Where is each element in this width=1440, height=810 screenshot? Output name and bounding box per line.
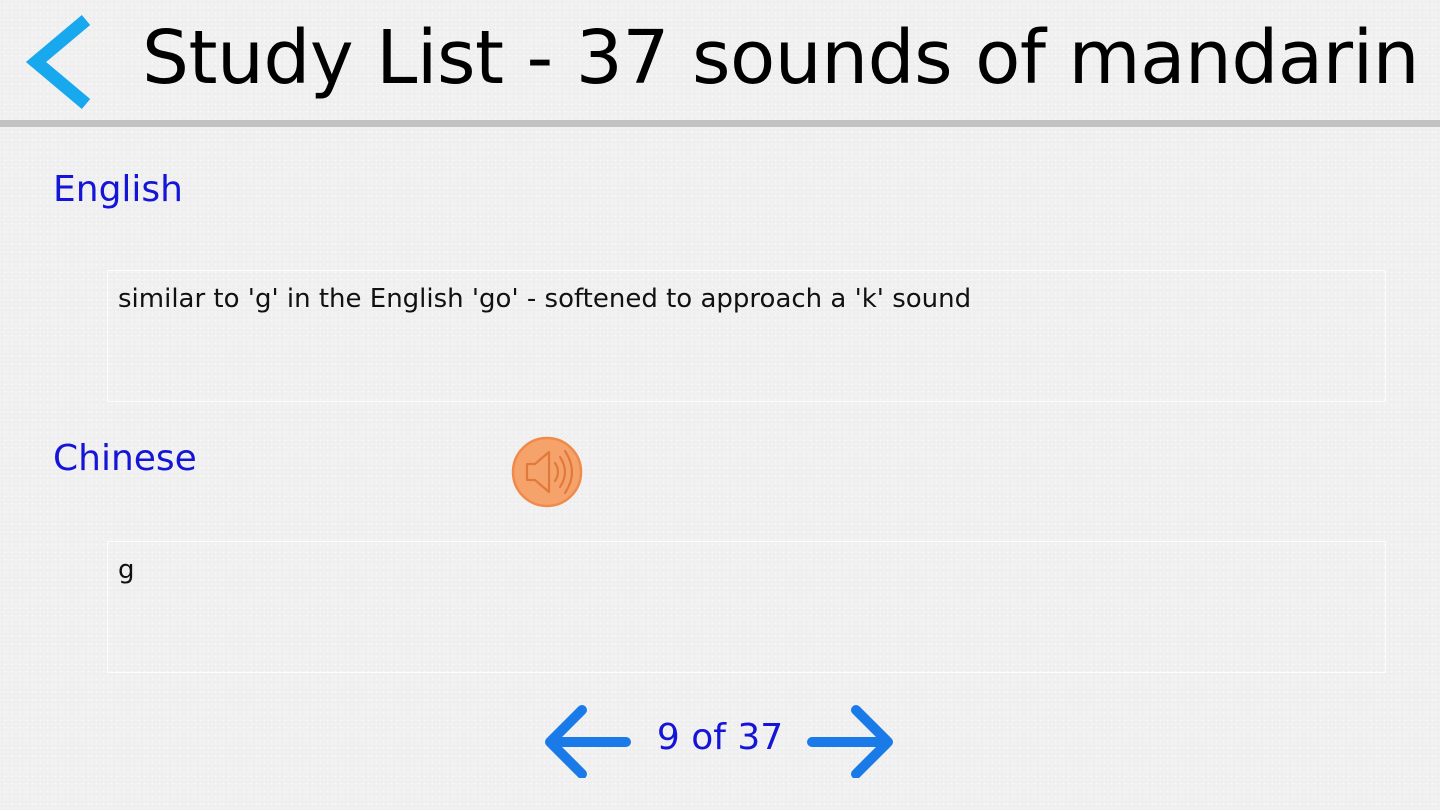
speaker-icon: [511, 436, 583, 508]
next-button[interactable]: [806, 702, 896, 779]
english-text-box: similar to 'g' in the English 'go' - sof…: [107, 270, 1386, 402]
page-counter: 9 of 37: [656, 717, 784, 758]
back-button[interactable]: [22, 12, 102, 112]
english-text: similar to 'g' in the English 'go' - sof…: [118, 284, 972, 314]
header-divider: [0, 120, 1440, 127]
english-section-label: English: [53, 169, 183, 210]
chinese-text-box: g: [107, 541, 1386, 673]
app-header: Study List - 37 sounds of mandarin: [0, 0, 1440, 120]
previous-button[interactable]: [542, 702, 632, 779]
pagination-bar: 9 of 37: [0, 700, 1440, 780]
chinese-section-label: Chinese: [53, 438, 197, 479]
arrow-left-icon: [545, 705, 631, 779]
arrow-right-icon: [807, 705, 893, 779]
play-sound-button[interactable]: [511, 436, 583, 508]
chevron-left-icon: [25, 15, 91, 109]
chinese-text: g: [118, 555, 135, 585]
page-title: Study List - 37 sounds of mandarin: [142, 15, 1420, 101]
